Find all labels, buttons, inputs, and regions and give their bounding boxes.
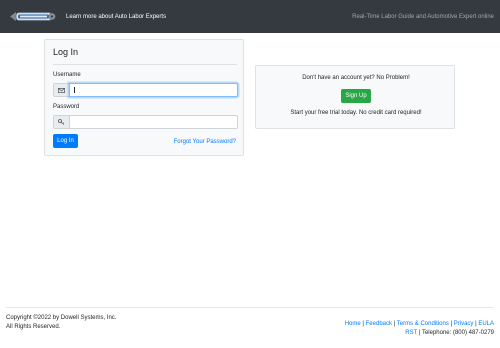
- footer-links-row-1: Home | Feedback | Terms & Conditions | P…: [345, 320, 494, 329]
- username-label: Username: [53, 72, 81, 78]
- footer-links-row-2: RST | Telephone: (800) 487-0279: [345, 329, 494, 338]
- copyright-line-1: Copyright ©2022 by Dowell Systems, Inc.: [6, 315, 117, 321]
- top-navbar: Learn more about Auto Labor Experts Real…: [0, 0, 500, 33]
- footer-separator: |: [450, 321, 453, 327]
- username-input-group: [53, 83, 238, 97]
- username-input[interactable]: [69, 83, 238, 97]
- password-label: Password: [53, 104, 80, 110]
- footer-link-eula[interactable]: EULA: [478, 321, 494, 327]
- login-button[interactable]: Log In: [53, 134, 78, 148]
- footer-link-feedback[interactable]: Feedback: [366, 321, 392, 327]
- footer-link-terms[interactable]: Terms & Conditions: [397, 321, 449, 327]
- copyright: Copyright ©2022 by Dowell Systems, Inc. …: [6, 314, 116, 332]
- footer-separator: |: [362, 321, 364, 327]
- key-icon: [53, 115, 70, 129]
- login-card: Log In Username Password Log In Forgot Y…: [44, 39, 244, 156]
- login-title: Log In: [53, 47, 79, 57]
- navbar-tagline: Real-Time Labor Guide and Automotive Exp…: [352, 14, 494, 20]
- copyright-line-2: All Rights Reserved.: [6, 324, 61, 330]
- password-input-group: [53, 115, 238, 129]
- footer-separator: |: [418, 330, 421, 336]
- signup-card: Don't have an account yet? No Problem! S…: [255, 65, 455, 129]
- signup-note: Start your free trial today. No credit c…: [290, 110, 422, 116]
- envelope-icon: [53, 83, 70, 97]
- card-divider: [53, 64, 237, 65]
- footer-divider: [6, 307, 494, 308]
- forgot-password-link[interactable]: Forgot Your Password?: [174, 138, 236, 146]
- signup-prompt: Don't have an account yet? No Problem!: [302, 75, 410, 81]
- footer-telephone: Telephone: (800) 487-0279: [421, 330, 494, 336]
- footer-links: Home | Feedback | Terms & Conditions | P…: [345, 320, 494, 338]
- signup-button[interactable]: Sign Up: [341, 89, 371, 103]
- auto-labor-experts-logo[interactable]: [8, 8, 56, 25]
- footer-separator: |: [475, 321, 477, 327]
- footer-link-rst[interactable]: RST: [405, 330, 417, 336]
- password-input[interactable]: [69, 115, 238, 129]
- footer-link-home[interactable]: Home: [345, 321, 361, 327]
- learn-more-link[interactable]: Learn more about Auto Labor Experts: [66, 13, 166, 21]
- footer-separator: |: [393, 321, 396, 327]
- footer-link-privacy[interactable]: Privacy: [454, 321, 474, 327]
- text-cursor: [74, 87, 75, 93]
